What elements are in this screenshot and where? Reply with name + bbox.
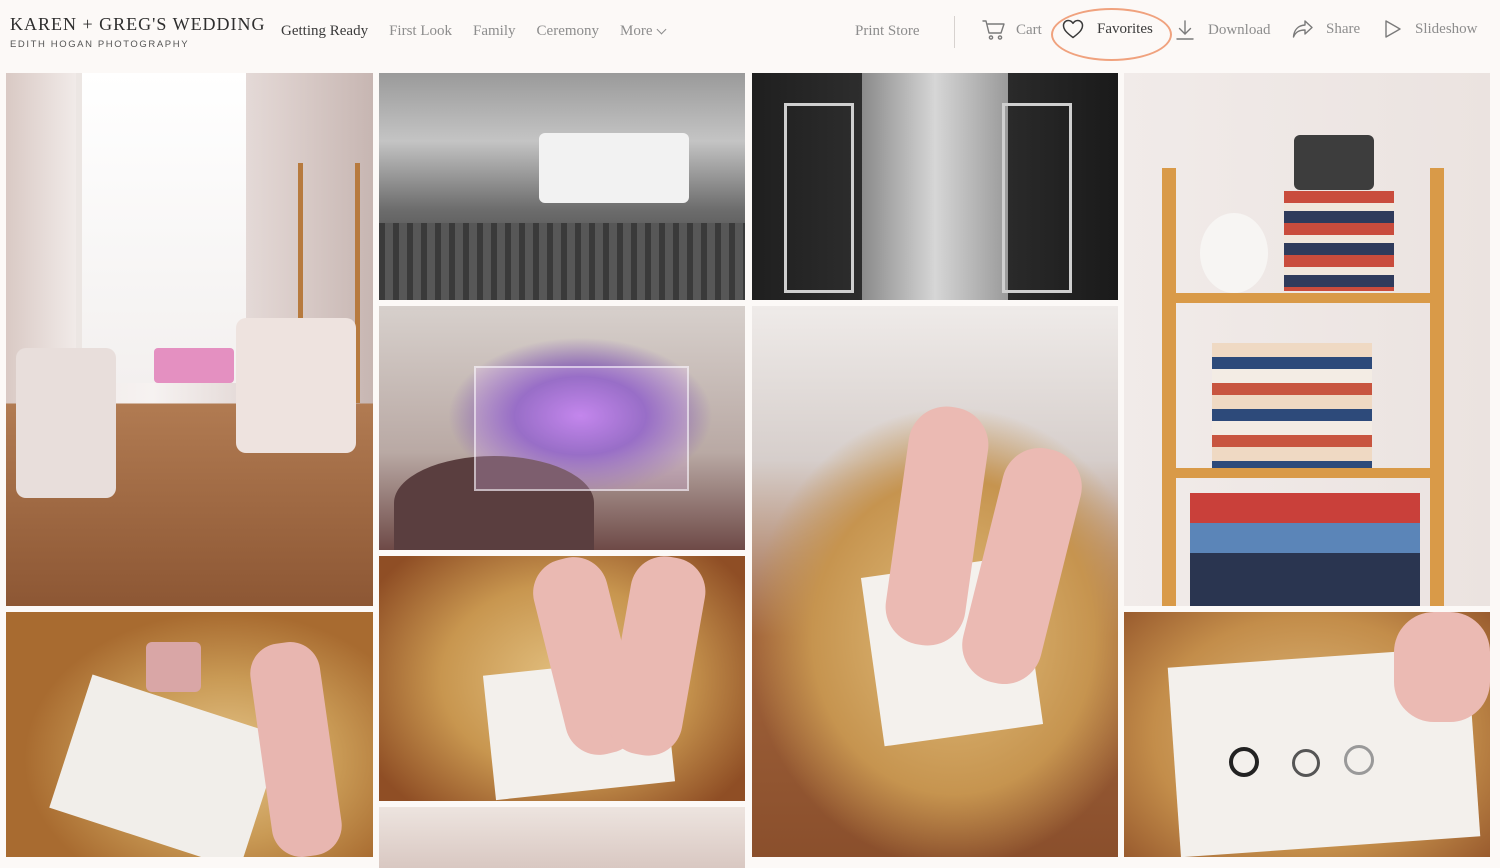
armchair-left (16, 348, 116, 498)
ring-silver (1344, 745, 1374, 775)
neon-sign-small (154, 348, 234, 383)
truck-shape (539, 133, 689, 203)
photo-tile-rings-closeup[interactable] (1124, 612, 1490, 857)
print-store-link[interactable]: Print Store (855, 23, 920, 40)
cart-label: Cart (1016, 21, 1042, 38)
door-right (1002, 103, 1072, 293)
download-icon (1175, 19, 1195, 41)
shelf-board (1176, 293, 1430, 303)
photo-tile-shoes-invitation[interactable] (6, 612, 373, 857)
nav-getting-ready[interactable]: Getting Ready (281, 23, 368, 40)
gallery-brand[interactable]: KAREN + GREG'S WEDDING EDITH HOGAN PHOTO… (10, 14, 266, 50)
share-label: Share (1326, 20, 1361, 37)
download-label: Download (1208, 21, 1271, 38)
cart-button[interactable]: Cart (982, 19, 1042, 41)
gallery-title: KAREN + GREG'S WEDDING (10, 14, 266, 34)
heart-icon (1062, 19, 1084, 39)
ring-black (1229, 747, 1259, 777)
board-games (1190, 493, 1420, 606)
ring-box (146, 642, 201, 692)
shelf-board (1176, 468, 1430, 478)
nav-label: Getting Ready (281, 23, 369, 39)
camera (1294, 135, 1374, 190)
armchair-right (236, 318, 356, 453)
photo-tile-bookshelf-camera[interactable] (1124, 73, 1490, 606)
download-button[interactable]: Download (1175, 19, 1271, 41)
photo-tile-neon-sign[interactable] (379, 306, 745, 550)
cart-icon (982, 19, 1006, 41)
top-bar: KAREN + GREG'S WEDDING EDITH HOGAN PHOTO… (0, 0, 1500, 70)
photo-tile-groomsmen-truck[interactable] (379, 73, 745, 300)
share-icon (1292, 19, 1314, 39)
photo-image (379, 807, 745, 868)
book-stack (1212, 343, 1372, 468)
window-blind (76, 73, 246, 383)
nav-label: Family (473, 23, 516, 39)
photo-tile-rings-invitation[interactable] (379, 556, 745, 801)
category-nav: Getting Ready First Look Family Ceremony… (281, 23, 686, 40)
slideshow-button[interactable]: Slideshow (1384, 19, 1478, 39)
play-icon (1384, 19, 1402, 39)
photo-tile-doorway-room[interactable] (752, 73, 1118, 300)
nav-label: First Look (389, 23, 453, 39)
neon-box (474, 366, 689, 491)
nav-first-look[interactable]: First Look (389, 23, 452, 40)
book-stack (1284, 191, 1394, 291)
fence-shape (379, 223, 745, 300)
photo-tile-blurred-flowers[interactable] (379, 807, 745, 868)
nav-more[interactable]: More (620, 23, 666, 40)
divider (954, 16, 955, 48)
favorites-label: Favorites (1097, 20, 1153, 37)
nav-family[interactable]: Family (473, 23, 516, 40)
photo-tile-shoes-on-stool[interactable] (752, 306, 1118, 857)
vase (1200, 213, 1268, 293)
door-left (784, 103, 854, 293)
photo-tile-living-room-chairs[interactable] (6, 73, 373, 606)
slideshow-label: Slideshow (1415, 20, 1478, 37)
ring-diamond (1292, 749, 1320, 777)
nav-label: More (620, 23, 653, 39)
share-button[interactable]: Share (1292, 19, 1360, 39)
chevron-down-icon (656, 24, 666, 35)
photographer-name: EDITH HOGAN PHOTOGRAPHY (10, 39, 190, 50)
nav-ceremony[interactable]: Ceremony (537, 23, 599, 40)
favorites-button[interactable]: Favorites (1062, 19, 1153, 39)
shoe-strap (1394, 612, 1490, 722)
nav-label: Ceremony (536, 23, 600, 39)
